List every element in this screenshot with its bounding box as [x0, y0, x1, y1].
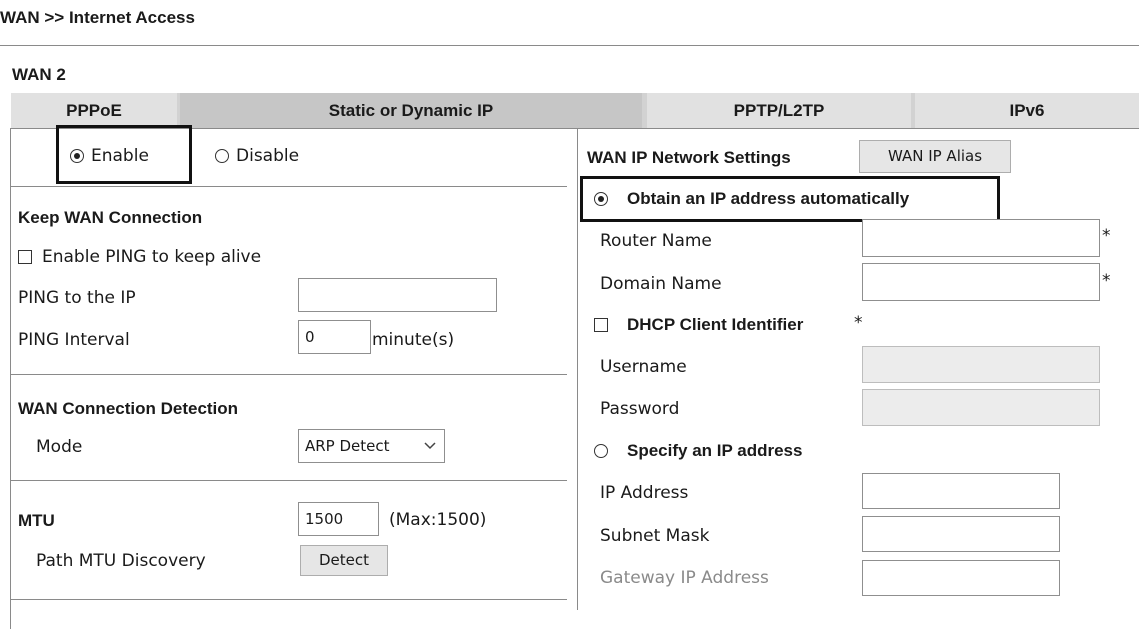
ping-ip-input[interactable]: [298, 278, 497, 312]
enable-label: Enable: [91, 146, 149, 166]
obtain-ip-radio[interactable]: [594, 192, 608, 206]
mtu-max-label: (Max:1500): [389, 510, 487, 530]
password-input[interactable]: [862, 389, 1100, 426]
path-mtu-label: Path MTU Discovery: [36, 551, 206, 571]
wan-label: WAN 2: [12, 65, 66, 84]
mode-select-value: ARP Detect: [305, 437, 390, 455]
router-name-input[interactable]: [862, 219, 1100, 257]
mtu-label: MTU: [18, 511, 55, 530]
ping-interval-label: PING Interval: [18, 330, 130, 350]
required-asterisk: *: [854, 313, 863, 333]
section-divider: [11, 599, 567, 600]
subnet-mask-input[interactable]: [862, 516, 1060, 552]
tab-ipv6[interactable]: IPv6: [915, 93, 1139, 129]
section-divider: [11, 186, 567, 187]
obtain-ip-label: Obtain an IP address automatically: [627, 189, 910, 208]
username-input[interactable]: [862, 346, 1100, 383]
wan-ip-alias-button[interactable]: WAN IP Alias: [859, 140, 1011, 173]
column-divider: [577, 129, 578, 610]
domain-name-label: Domain Name: [600, 274, 722, 294]
dhcp-client-id-checkbox[interactable]: [594, 318, 608, 332]
router-name-label: Router Name: [600, 231, 712, 251]
ip-address-input[interactable]: [862, 473, 1060, 509]
detection-heading: WAN Connection Detection: [18, 399, 239, 418]
keep-wan-heading: Keep WAN Connection: [18, 208, 203, 227]
mode-label: Mode: [36, 437, 83, 457]
username-label: Username: [600, 357, 687, 377]
domain-name-input[interactable]: [862, 263, 1100, 301]
wan-ip-settings-heading: WAN IP Network Settings: [587, 148, 791, 167]
section-divider: [11, 374, 567, 375]
gateway-ip-input[interactable]: [862, 560, 1060, 596]
ping-keepalive-label: Enable PING to keep alive: [42, 247, 262, 267]
password-label: Password: [600, 399, 680, 419]
detect-button[interactable]: Detect: [300, 545, 388, 576]
mtu-input[interactable]: 1500: [298, 502, 379, 536]
breadcrumb: WAN >> Internet Access: [0, 8, 195, 27]
ping-interval-input[interactable]: 0: [298, 320, 371, 354]
tab-pppoe[interactable]: PPPoE: [11, 93, 177, 129]
disable-label: Disable: [236, 146, 300, 166]
ip-address-label: IP Address: [600, 483, 689, 503]
gateway-ip-label: Gateway IP Address: [600, 568, 769, 588]
section-divider: [11, 480, 567, 481]
mode-select[interactable]: ARP Detect: [298, 429, 445, 463]
ping-keepalive-checkbox[interactable]: [18, 250, 32, 264]
specify-ip-label: Specify an IP address: [627, 441, 803, 460]
ping-ip-label: PING to the IP: [18, 288, 136, 308]
specify-ip-radio[interactable]: [594, 444, 608, 458]
disable-radio[interactable]: [215, 149, 229, 163]
tab-pptp-l2tp[interactable]: PPTP/L2TP: [647, 93, 911, 129]
required-asterisk: *: [1102, 226, 1111, 246]
header-divider: [0, 45, 1139, 46]
tab-static-dynamic-ip[interactable]: Static or Dynamic IP: [180, 93, 642, 129]
subnet-mask-label: Subnet Mask: [600, 526, 710, 546]
required-asterisk: *: [1102, 271, 1111, 291]
chevron-down-icon: [424, 442, 436, 450]
dhcp-client-id-label: DHCP Client Identifier: [627, 315, 804, 334]
enable-radio[interactable]: [70, 149, 84, 163]
ping-interval-unit: minute(s): [372, 330, 455, 350]
